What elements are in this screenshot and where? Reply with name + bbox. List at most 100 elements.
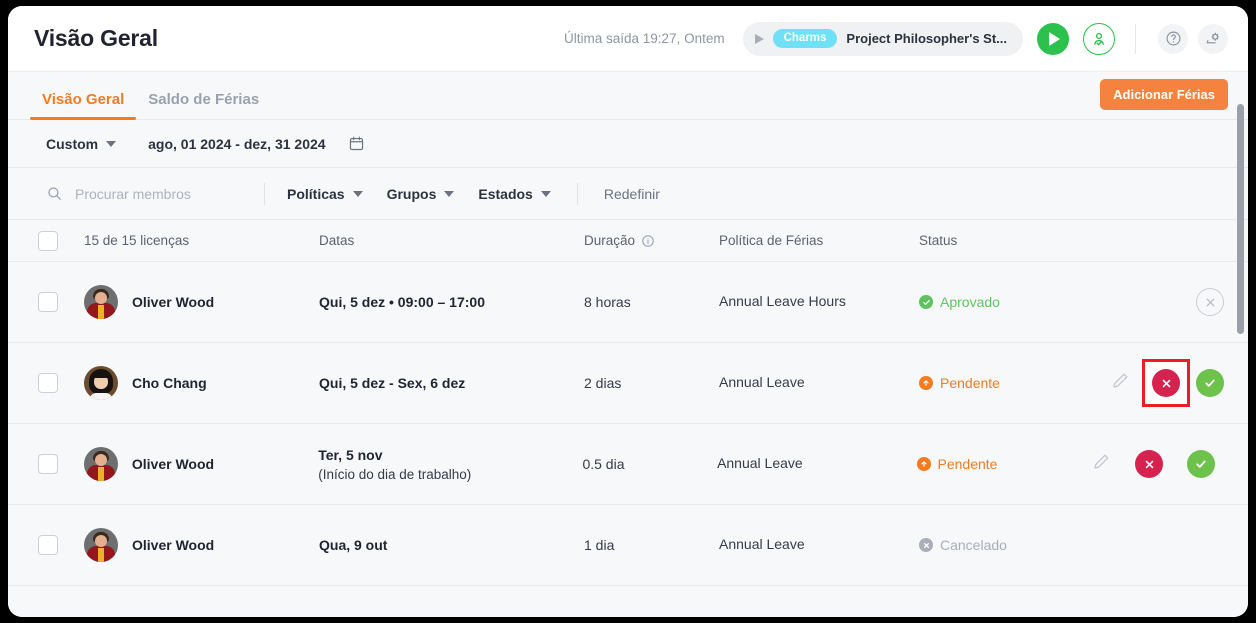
header-duration: Duração: [584, 233, 636, 248]
page-title: Visão Geral: [34, 25, 158, 51]
pending-arrow-icon: [916, 457, 931, 471]
edit-leave-button[interactable]: [1091, 452, 1111, 477]
edit-leave-button[interactable]: [1110, 371, 1130, 396]
start-timer-button[interactable]: [1037, 22, 1069, 55]
avatar: [84, 366, 118, 400]
table-body: Oliver Wood Qui, 5 dez • 09:00 – 17:00 8…: [8, 262, 1248, 617]
date-preset-label: Custom: [46, 135, 99, 152]
close-icon: [1206, 298, 1214, 306]
cancelled-icon: [919, 538, 933, 552]
checkbox-box: [38, 454, 58, 474]
leave-duration: 1 dia: [584, 537, 615, 553]
select-all-checkbox[interactable]: [38, 230, 84, 251]
table-row[interactable]: Oliver Wood Qua, 9 out 1 dia Annual Leav…: [8, 505, 1248, 586]
leave-duration: 0.5 dia: [582, 456, 625, 472]
reset-filters-button[interactable]: Redefinir: [604, 186, 660, 202]
table-row[interactable]: Oliver Wood Ter, 5 nov (Início do dia de…: [8, 424, 1248, 505]
filter-politicas-label: Políticas: [287, 185, 345, 202]
checkbox-box: [38, 292, 58, 312]
filter-divider-1: [264, 182, 265, 205]
calendar-button[interactable]: [348, 135, 365, 152]
reject-leave-button[interactable]: [1152, 369, 1180, 397]
chevron-down-icon: [540, 190, 551, 197]
timer-widget[interactable]: Charms Project Philosopher's St...: [742, 21, 1023, 56]
approve-leave-button[interactable]: [1196, 369, 1224, 397]
table-scrollbar[interactable]: [1237, 72, 1246, 617]
table-row[interactable]: Oliver Wood Qui, 5 dez • 09:00 – 17:00 8…: [8, 262, 1248, 343]
member-name: Oliver Wood: [132, 537, 215, 553]
table-row[interactable]: Cho Chang Qui, 5 dez - Sex, 6 dez 2 dias…: [8, 343, 1248, 424]
leave-duration: 2 dias: [584, 375, 622, 391]
leave-dates: Ter, 5 nov: [318, 446, 383, 463]
project-tag[interactable]: Charms: [772, 28, 838, 49]
avatar: [83, 447, 118, 481]
chevron-down-icon: [106, 140, 117, 147]
pencil-icon: [1094, 454, 1109, 469]
status-badge: Cancelado: [919, 537, 1094, 553]
reject-leave-button[interactable]: [1135, 450, 1163, 478]
checkbox-box: [38, 535, 58, 555]
status-label: Aprovado: [940, 294, 1000, 310]
chevron-down-icon: [444, 190, 455, 197]
filter-grupos-label: Grupos: [386, 185, 437, 202]
row-checkbox[interactable]: [38, 292, 84, 312]
tab-visao-geral[interactable]: Visão Geral: [30, 91, 137, 120]
calendar-icon: [349, 136, 363, 151]
leave-policy: Annual Leave: [719, 374, 805, 390]
add-vacation-button[interactable]: Adicionar Férias: [1100, 79, 1228, 110]
leave-dates: Qua, 9 out: [319, 537, 388, 553]
header-policy: Política de Férias: [719, 232, 824, 248]
leave-policy: Annual Leave: [719, 536, 805, 552]
search-icon: [48, 187, 61, 200]
person-check-icon: [1094, 32, 1104, 45]
status-label: Cancelado: [940, 537, 1007, 553]
header-licenses: 15 de 15 licenças: [84, 233, 190, 248]
pending-arrow-icon: [919, 376, 933, 390]
date-range-label[interactable]: ago, 01 2024 - dez, 31 2024: [148, 136, 325, 152]
leave-dates: Qui, 5 dez - Sex, 6 dez: [319, 375, 466, 391]
play-icon: [1049, 31, 1060, 46]
last-checkout-label: Última saída 19:27, Ontem: [564, 31, 725, 46]
top-bar-right: Última saída 19:27, Ontem Charms Project…: [564, 21, 1228, 56]
page-content: Visão Geral Saldo de Férias Adicionar Fé…: [8, 72, 1248, 617]
row-checkbox[interactable]: [38, 454, 84, 474]
status-badge: Pendente: [919, 375, 1094, 391]
header-status: Status: [919, 232, 958, 248]
cancel-leave-button[interactable]: [1196, 288, 1224, 316]
tab-saldo-de-ferias[interactable]: Saldo de Férias: [136, 91, 271, 119]
close-icon: [1145, 460, 1153, 468]
filter-estados-label: Estados: [478, 185, 533, 202]
leave-dates-note: (Início do dia de trabalho): [318, 466, 472, 482]
close-icon: [1162, 379, 1170, 387]
help-button[interactable]: [1158, 23, 1188, 54]
reject-leave-button-selected[interactable]: [1142, 359, 1190, 407]
filter-estados[interactable]: Estados: [478, 185, 551, 202]
row-checkbox[interactable]: [38, 373, 84, 393]
leave-policy: Annual Leave: [717, 455, 803, 471]
scrollbar-thumb[interactable]: [1237, 104, 1244, 334]
avatar: [84, 285, 118, 319]
status-label: Pendente: [940, 375, 1000, 391]
project-name[interactable]: Project Philosopher's St...: [846, 31, 1007, 46]
question-mark-icon: [1166, 31, 1180, 46]
attendance-button[interactable]: [1083, 22, 1115, 55]
timer-play-icon: [754, 33, 764, 44]
leave-dates: Qui, 5 dez • 09:00 – 17:00: [319, 294, 485, 310]
date-preset-dropdown[interactable]: Custom: [46, 135, 117, 152]
info-icon[interactable]: [641, 234, 655, 248]
filter-grupos[interactable]: Grupos: [387, 186, 455, 202]
leave-policy: Annual Leave Hours: [719, 293, 846, 309]
member-name: Oliver Wood: [132, 294, 215, 310]
date-filter-bar: Custom ago, 01 2024 - dez, 31 2024: [8, 120, 1248, 168]
approve-leave-button[interactable]: [1187, 450, 1215, 478]
table-header: 15 de 15 licenças Datas Duração Política…: [8, 220, 1248, 262]
filter-politicas[interactable]: Políticas: [287, 186, 363, 202]
check-icon: [1196, 460, 1206, 468]
avatar: [84, 528, 118, 562]
leave-duration: 8 horas: [584, 294, 631, 310]
status-badge: Aprovado: [919, 294, 1094, 310]
row-checkbox[interactable]: [38, 535, 84, 555]
status-badge: Pendente: [916, 456, 1092, 472]
search-input[interactable]: Procurar membros: [46, 185, 256, 202]
settings-button[interactable]: [1198, 23, 1228, 54]
